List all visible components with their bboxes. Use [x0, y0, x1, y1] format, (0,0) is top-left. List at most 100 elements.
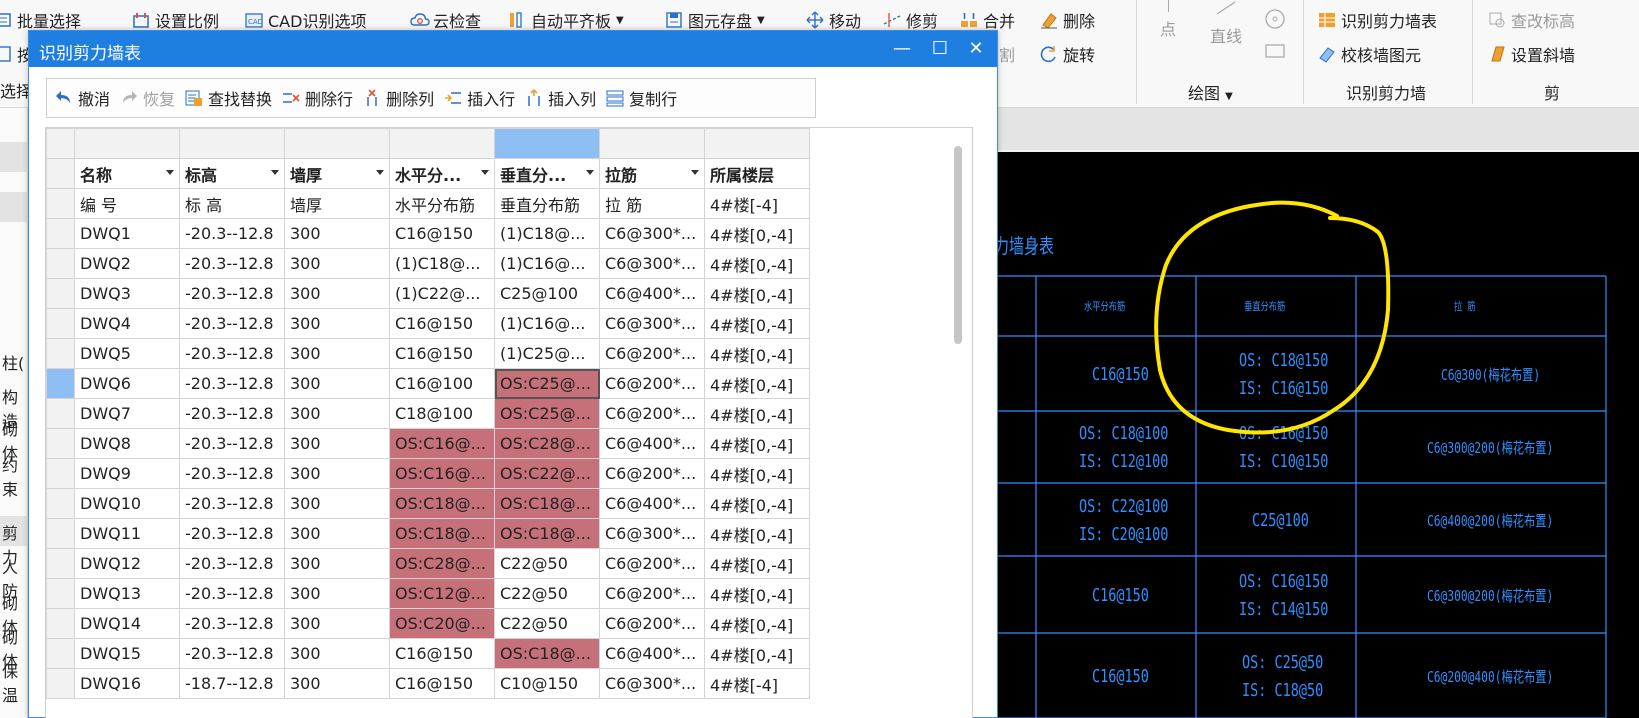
row-header-cell[interactable] — [46, 338, 75, 369]
cell-name[interactable]: DWQ12 — [74, 548, 180, 579]
cell-floor[interactable]: 4#楼[-4] — [704, 188, 810, 219]
cell-horizontal[interactable]: C18@100 — [389, 398, 495, 429]
table-row[interactable]: 编 号标 高墙厚 水平分布筋 垂直分布筋拉 筋 4#楼[-4] — [46, 188, 810, 219]
set-slope-wall-button[interactable]: 设置斜墙 — [1488, 42, 1575, 66]
cell-elevation[interactable]: -20.3--12.8 — [179, 218, 285, 249]
cell-elevation[interactable]: -20.3--12.8 — [179, 308, 285, 339]
check-wall-elements-button[interactable]: 校核墙图元 — [1318, 42, 1421, 66]
row-header-cell[interactable] — [46, 248, 75, 279]
cell-thickness[interactable]: 300 — [284, 608, 390, 639]
column-index-cell[interactable] — [389, 128, 495, 159]
cell-tie[interactable]: C6@300*... — [599, 518, 705, 549]
cell-horizontal[interactable]: (1)C18@... — [389, 248, 495, 279]
column-header-elevation[interactable]: 标高 — [179, 158, 285, 189]
cell-name[interactable]: DWQ7 — [74, 398, 180, 429]
cell-thickness[interactable]: 300 — [284, 488, 390, 519]
cell-elevation[interactable]: -20.3--12.8 — [179, 488, 285, 519]
draw-rect-button[interactable] — [1264, 42, 1286, 64]
move-button[interactable]: 移动 — [806, 8, 861, 32]
cell-vertical[interactable]: C10@150 — [494, 668, 600, 699]
cell-vertical[interactable]: OS:C28@... — [494, 428, 600, 459]
cell-name[interactable]: DWQ8 — [74, 428, 180, 459]
table-row[interactable]: DWQ10 -20.3--12.8 300 OS:C18@... OS:C18@... C… — [46, 488, 810, 519]
redo-button[interactable]: 恢复 — [120, 86, 175, 110]
cell-elevation[interactable]: -20.3--12.8 — [179, 368, 285, 399]
table-row[interactable]: DWQ14 -20.3--12.8 300 OS:C20@... C22@50 C6@20… — [46, 608, 810, 639]
undo-button[interactable]: 撤消 — [55, 86, 110, 110]
rotate-button[interactable]: 旋转 — [1040, 42, 1095, 66]
cell-floor[interactable]: 4#楼[0,-4] — [704, 368, 810, 399]
tree-item[interactable]: 柱( — [2, 350, 24, 374]
row-header-cell[interactable] — [46, 278, 75, 309]
cell-name[interactable]: DWQ16 — [74, 668, 180, 699]
insert-column-button[interactable]: 插入列 — [525, 86, 596, 110]
cell-name[interactable]: DWQ14 — [74, 608, 180, 639]
auto-flush-slab-button[interactable]: 自动平齐板 ▼ — [508, 8, 624, 32]
cell-horizontal[interactable]: C16@100 — [389, 368, 495, 399]
cell-thickness[interactable]: 300 — [284, 548, 390, 579]
dialog-title-bar[interactable]: 识别剪力墙表 — ☐ ✕ — [29, 31, 997, 67]
row-header-cell[interactable] — [46, 488, 75, 519]
table-row[interactable]: DWQ5 -20.3--12.8 300 C16@150 (1)C25@... C6@20… — [46, 338, 810, 369]
column-header-name[interactable]: 名称 — [74, 158, 180, 189]
cell-name[interactable]: DWQ2 — [74, 248, 180, 279]
cell-horizontal[interactable]: C16@150 — [389, 638, 495, 669]
cell-floor[interactable]: 4#楼[0,-4] — [704, 638, 810, 669]
save-elements-button[interactable]: 图元存盘 ▼ — [665, 8, 765, 32]
cell-horizontal[interactable]: OS:C28@... — [389, 548, 495, 579]
cloud-check-button[interactable]: 云检查 — [410, 8, 481, 32]
tree-item[interactable]: 约束 — [2, 452, 27, 500]
row-header-cell[interactable] — [46, 218, 75, 249]
cell-floor[interactable]: 4#楼[0,-4] — [704, 548, 810, 579]
row-header-cell[interactable] — [46, 308, 75, 339]
cell-horizontal[interactable]: C16@150 — [389, 308, 495, 339]
table-row[interactable]: DWQ3 -20.3--12.8 300 (1)C22@... C25@100 C6@40… — [46, 278, 810, 309]
cell-vertical[interactable]: C25@100 — [494, 278, 600, 309]
cell-vertical[interactable]: OS:C22@... — [494, 458, 600, 489]
table-row[interactable]: DWQ8 -20.3--12.8 300 OS:C16@... OS:C28@... C6… — [46, 428, 810, 459]
cell-thickness[interactable]: 300 — [284, 578, 390, 609]
row-header-cell[interactable] — [46, 578, 75, 609]
cell-thickness[interactable]: 300 — [284, 428, 390, 459]
cell-name[interactable]: DWQ15 — [74, 638, 180, 669]
cell-thickness[interactable]: 300 — [284, 518, 390, 549]
insert-row-button[interactable]: 插入行 — [444, 86, 515, 110]
cell-thickness[interactable]: 300 — [284, 398, 390, 429]
table-row[interactable]: DWQ12 -20.3--12.8 300 OS:C28@... C22@50 C6@20… — [46, 548, 810, 579]
cell-horizontal[interactable]: OS:C12@... — [389, 578, 495, 609]
cell-tie[interactable]: C6@400*... — [599, 428, 705, 459]
cell-vertical[interactable]: C22@50 — [494, 548, 600, 579]
cell-elevation[interactable]: -20.3--12.8 — [179, 248, 285, 279]
column-index-cell[interactable] — [284, 128, 390, 159]
cell-floor[interactable]: 4#楼[0,-4] — [704, 518, 810, 549]
draw-circle-button[interactable] — [1264, 8, 1286, 34]
cell-vertical[interactable]: OS:C18@... — [494, 638, 600, 669]
cell-elevation[interactable]: -18.7--12.8 — [179, 668, 285, 699]
chevron-down-icon[interactable] — [271, 170, 279, 175]
cell-tie[interactable]: C6@400*... — [599, 638, 705, 669]
cell-horizontal[interactable]: C16@150 — [389, 338, 495, 369]
cell-floor[interactable]: 4#楼[-4] — [704, 668, 810, 699]
column-header-floor[interactable]: 所属楼层 — [704, 158, 810, 189]
cell-elevation[interactable]: -20.3--12.8 — [179, 638, 285, 669]
cell-floor[interactable]: 4#楼[0,-4] — [704, 248, 810, 279]
vertical-scrollbar[interactable] — [954, 146, 962, 344]
cell-thickness[interactable]: 300 — [284, 668, 390, 699]
cell-horizontal[interactable]: OS:C18@... — [389, 488, 495, 519]
cell-horizontal[interactable]: C16@150 — [389, 218, 495, 249]
cell-thickness[interactable]: 墙厚 — [284, 188, 390, 219]
cell-elevation[interactable]: -20.3--12.8 — [179, 518, 285, 549]
cell-vertical[interactable]: (1)C18@... — [494, 218, 600, 249]
cell-name[interactable]: DWQ1 — [74, 218, 180, 249]
cell-elevation[interactable]: -20.3--12.8 — [179, 548, 285, 579]
delete-row-button[interactable]: 删除行 — [282, 86, 353, 110]
cell-name[interactable]: DWQ9 — [74, 458, 180, 489]
row-header-cell[interactable] — [46, 188, 75, 219]
row-header-cell[interactable] — [46, 428, 75, 459]
column-header-horizontal[interactable]: 水平分... — [389, 158, 495, 189]
cell-floor[interactable]: 4#楼[0,-4] — [704, 308, 810, 339]
tree-item[interactable]: 保温 — [2, 658, 27, 706]
chevron-down-icon[interactable] — [691, 170, 699, 175]
chevron-down-icon[interactable] — [166, 170, 174, 175]
cad-drawing-canvas[interactable]: 力墙身表 水平分布筋 垂直分布筋 拉 筋 C16@150 OS: C18@150 I… — [998, 152, 1639, 718]
